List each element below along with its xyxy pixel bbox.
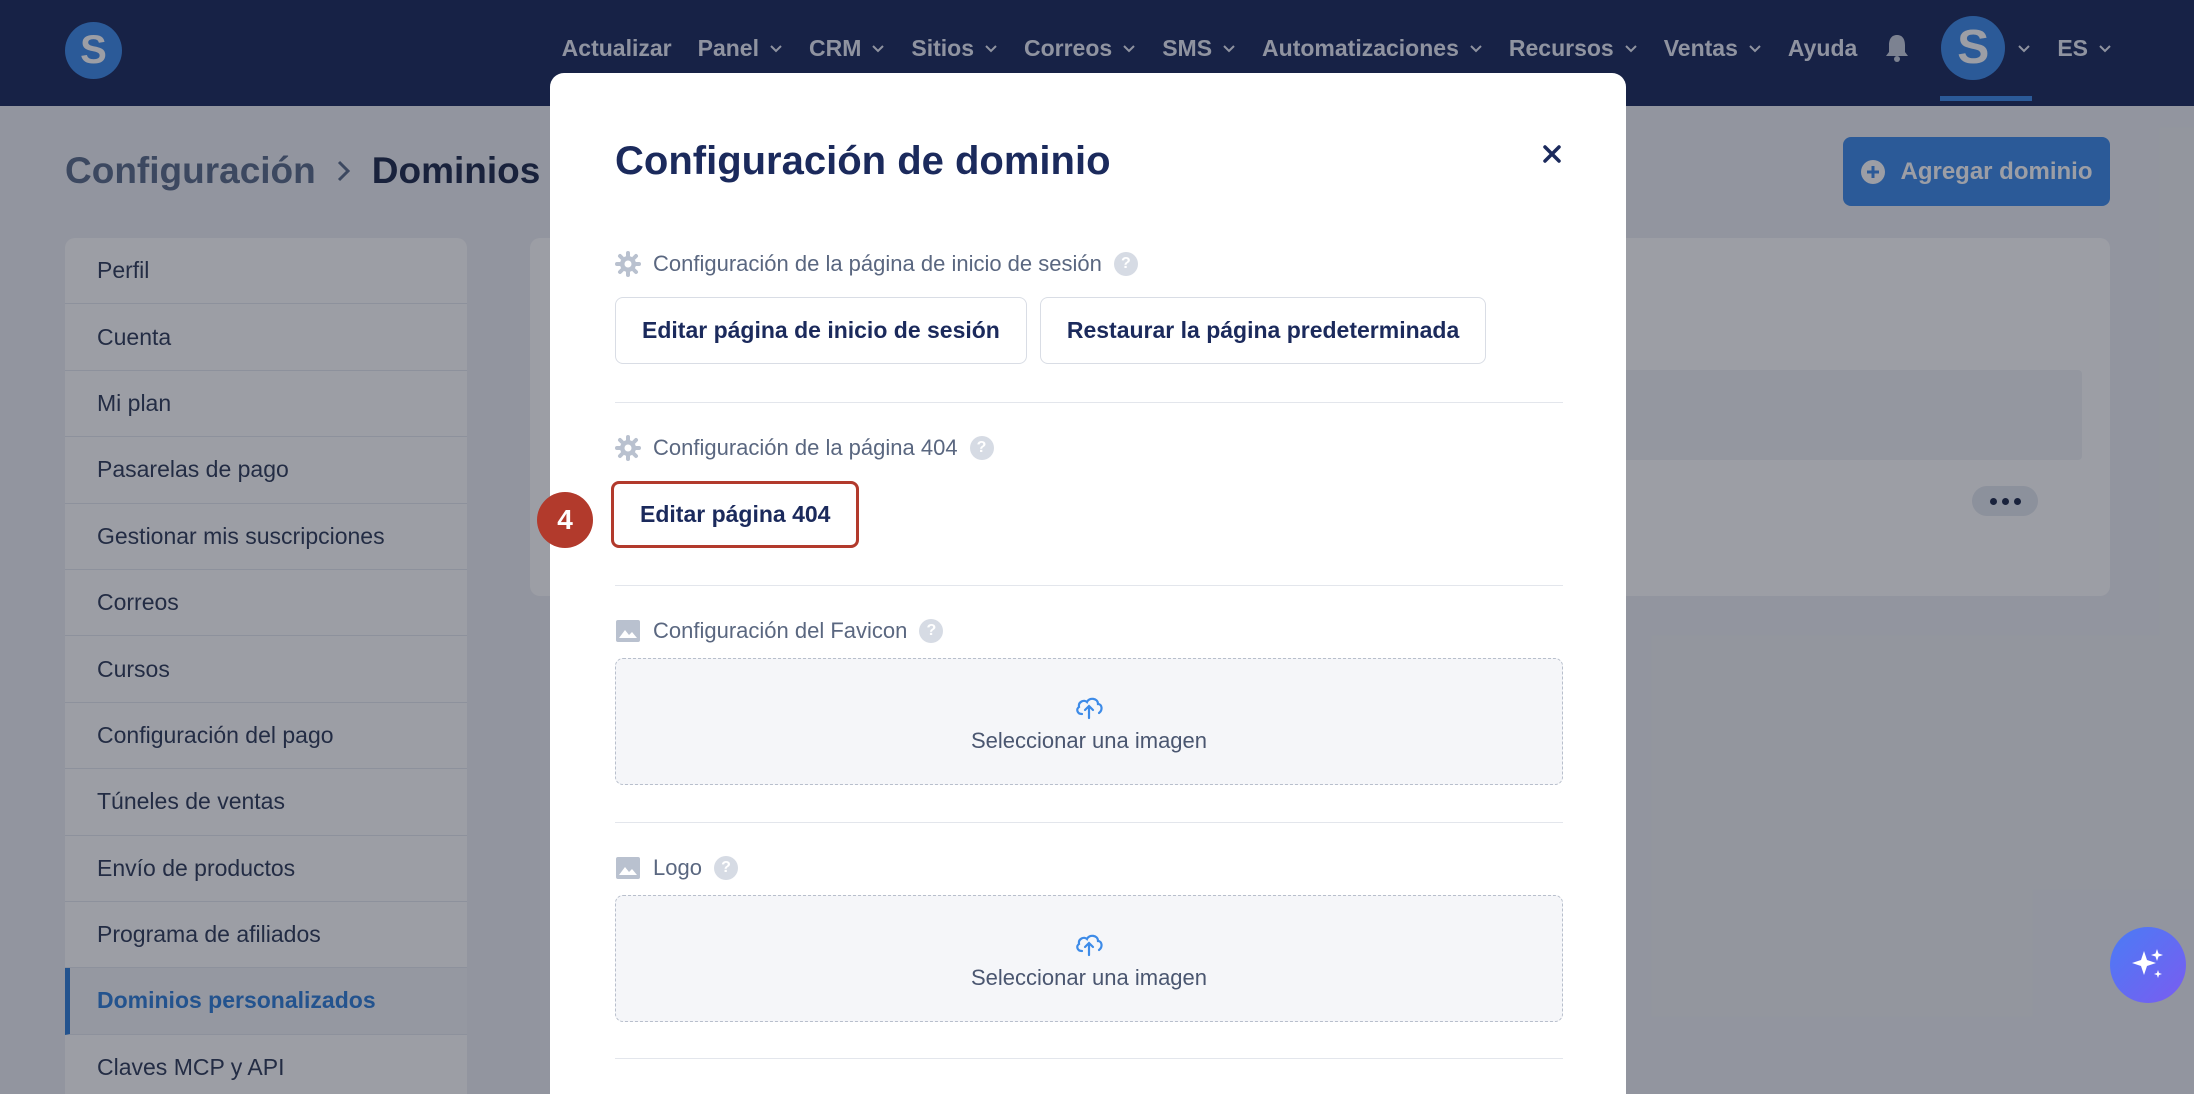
cloud-upload-icon <box>1076 697 1103 719</box>
image-icon <box>616 857 640 879</box>
restore-default-page-button[interactable]: Restaurar la página predeterminada <box>1039 297 1487 364</box>
divider <box>615 822 1563 823</box>
edit-login-page-button[interactable]: Editar página de inicio de sesión <box>615 297 1027 364</box>
divider <box>615 402 1563 403</box>
divider <box>615 1058 1563 1059</box>
cloud-upload-icon <box>1076 934 1103 956</box>
section-heading: Configuración de la página 404 <box>653 435 958 460</box>
upload-label: Seleccionar una imagen <box>970 727 1208 753</box>
page-404-section: Configuración de la página 404 ? Editar … <box>611 435 1563 548</box>
help-icon[interactable]: ? <box>919 619 944 643</box>
help-icon[interactable]: ? <box>713 856 738 880</box>
upload-label: Seleccionar una imagen <box>970 964 1208 990</box>
favicon-section: Configuración del Favicon ? Seleccionar … <box>615 618 1563 785</box>
login-page-section: Configuración de la página de inicio de … <box>615 251 1563 364</box>
ai-assistant-button[interactable] <box>2110 927 2186 1003</box>
gear-icon <box>615 435 641 461</box>
close-icon[interactable] <box>1535 137 1569 171</box>
sparkle-icon <box>2132 949 2163 978</box>
section-heading: Configuración del Favicon <box>653 618 908 643</box>
favicon-upload-dropzone[interactable]: Seleccionar una imagen <box>615 658 1563 785</box>
help-icon[interactable]: ? <box>969 436 994 460</box>
section-heading: Configuración de la página de inicio de … <box>653 251 1102 276</box>
help-icon[interactable]: ? <box>1113 252 1138 276</box>
gear-icon <box>615 251 641 277</box>
divider <box>615 585 1563 586</box>
section-heading: Logo <box>653 855 702 880</box>
step-number-badge: 4 <box>537 492 593 548</box>
logo-section: Logo ? Seleccionar una imagen <box>615 855 1563 1022</box>
modal-title: Configuración de dominio <box>615 139 1111 183</box>
logo-upload-dropzone[interactable]: Seleccionar una imagen <box>615 895 1563 1022</box>
image-icon <box>616 620 640 642</box>
edit-404-page-button[interactable]: Editar página 404 <box>611 481 860 548</box>
domain-settings-modal: Configuración de dominio Configuración d… <box>550 73 1626 1094</box>
